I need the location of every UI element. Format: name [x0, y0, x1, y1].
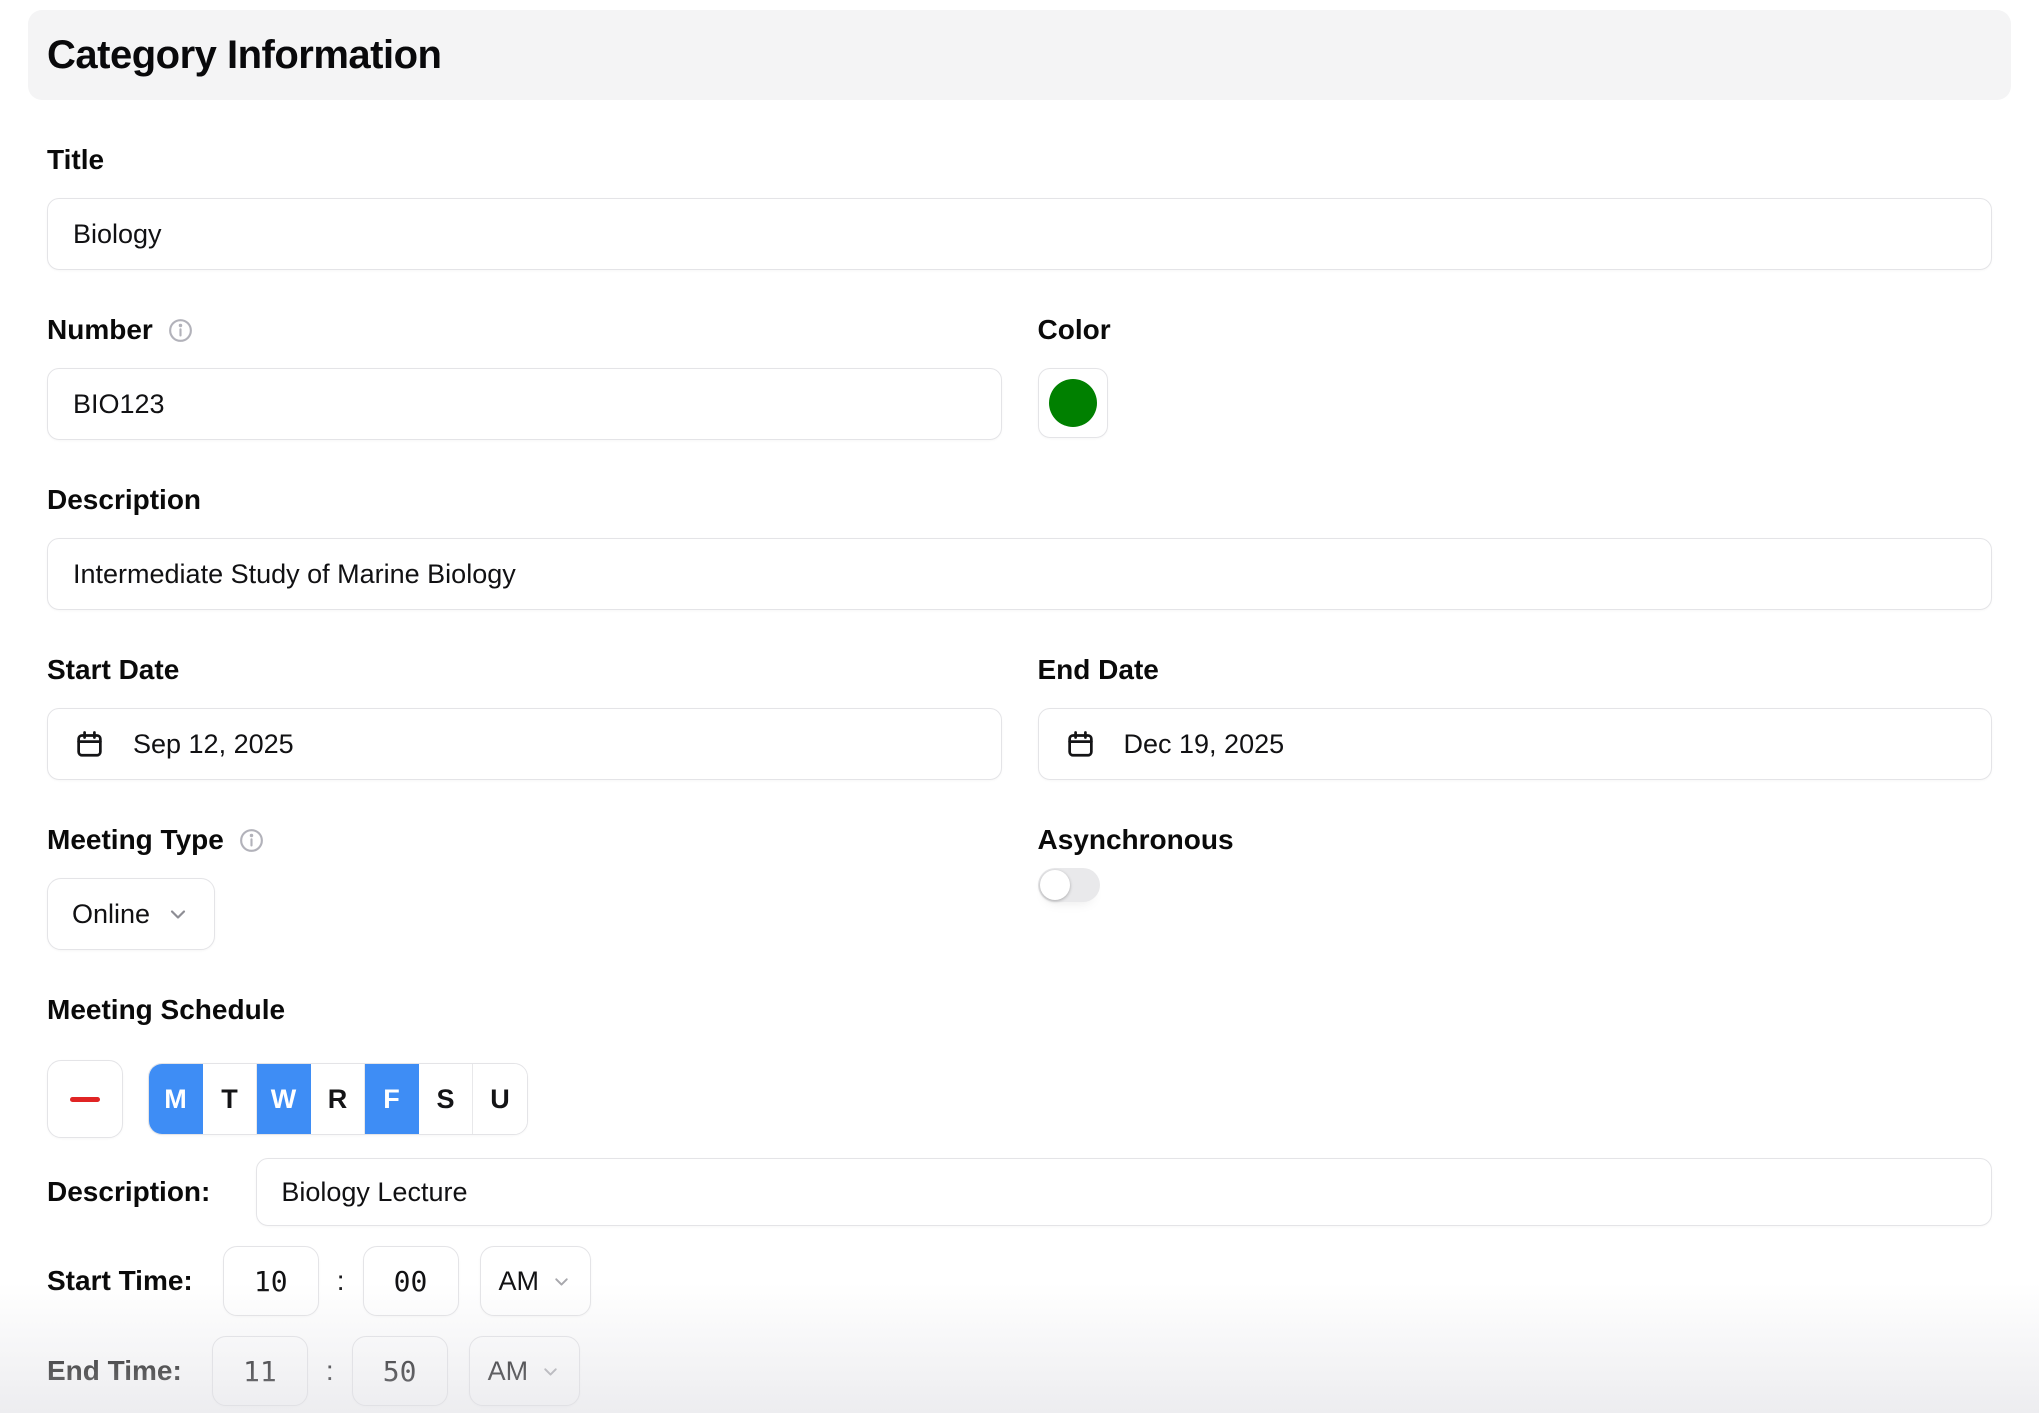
meeting-type-info-icon[interactable] [238, 827, 265, 854]
day-button-R[interactable]: R [311, 1064, 365, 1134]
day-button-W[interactable]: W [257, 1064, 311, 1134]
end-minute-input[interactable] [352, 1336, 448, 1406]
minus-icon [70, 1097, 100, 1102]
start-time-label: Start Time: [47, 1265, 193, 1297]
title-label: Title [47, 144, 1992, 176]
category-form: Title Number Color [28, 144, 2011, 1406]
remove-schedule-button[interactable] [47, 1060, 123, 1138]
description-row: Description [47, 484, 1992, 610]
dates-row: Start Date Sep 12, 2025 End Date [47, 654, 1992, 780]
end-time-label: End Time: [47, 1355, 182, 1387]
meeting-schedule-section: Meeting Schedule MTWRFSU Description: St… [47, 994, 1992, 1406]
chevron-down-icon [551, 1271, 572, 1292]
end-meridiem-select[interactable]: AM [469, 1336, 581, 1406]
day-button-U[interactable]: U [473, 1064, 527, 1134]
day-button-F[interactable]: F [365, 1064, 419, 1134]
category-form-page: Category Information Title Number [0, 0, 2039, 1406]
start-meridiem-select[interactable]: AM [480, 1246, 592, 1316]
asynchronous-group: Asynchronous [1038, 824, 1993, 950]
section-header: Category Information [28, 10, 2011, 100]
day-button-T[interactable]: T [203, 1064, 257, 1134]
start-time-row: Start Time: : AM [47, 1246, 1992, 1316]
color-label: Color [1038, 314, 1993, 346]
schedule-description-input[interactable] [256, 1158, 1992, 1226]
color-field-group: Color [1038, 314, 1993, 440]
asynchronous-label: Asynchronous [1038, 824, 1993, 856]
meeting-type-label: Meeting Type [47, 824, 224, 856]
toggle-knob [1040, 870, 1070, 900]
start-hour-input[interactable] [223, 1246, 319, 1316]
description-input[interactable] [47, 538, 1992, 610]
meeting-type-value: Online [72, 899, 150, 930]
meeting-type-row: Meeting Type Online [47, 824, 1992, 950]
end-meridiem-value: AM [488, 1356, 529, 1387]
day-button-M[interactable]: M [149, 1064, 203, 1134]
color-swatch-button[interactable] [1038, 368, 1108, 438]
day-picker: MTWRFSU [148, 1063, 528, 1135]
end-hour-input[interactable] [212, 1336, 308, 1406]
color-swatch-circle [1049, 379, 1097, 427]
chevron-down-icon [540, 1361, 561, 1382]
start-minute-input[interactable] [363, 1246, 459, 1316]
start-date-picker[interactable]: Sep 12, 2025 [47, 708, 1002, 780]
end-date-value: Dec 19, 2025 [1124, 729, 1285, 760]
number-info-icon[interactable] [167, 317, 194, 344]
title-row: Title [47, 144, 1992, 270]
meeting-type-group: Meeting Type Online [47, 824, 1002, 950]
time-separator: : [326, 1355, 334, 1387]
title-input[interactable] [47, 198, 1992, 270]
calendar-icon [1065, 729, 1096, 760]
schedule-days-row: MTWRFSU [47, 1060, 1992, 1138]
number-field-group: Number [47, 314, 1002, 440]
end-date-group: End Date Dec 19, 2025 [1038, 654, 1993, 780]
start-date-group: Start Date Sep 12, 2025 [47, 654, 1002, 780]
schedule-description-label: Description: [47, 1176, 210, 1208]
number-color-row: Number Color [47, 314, 1992, 440]
asynchronous-toggle[interactable] [1038, 868, 1100, 902]
meeting-type-select[interactable]: Online [47, 878, 215, 950]
number-input[interactable] [47, 368, 1002, 440]
chevron-down-icon [166, 902, 190, 926]
calendar-icon [74, 729, 105, 760]
description-label: Description [47, 484, 1992, 516]
end-date-picker[interactable]: Dec 19, 2025 [1038, 708, 1993, 780]
number-label: Number [47, 314, 153, 346]
time-separator: : [337, 1265, 345, 1297]
schedule-description-row: Description: [47, 1158, 1992, 1226]
start-date-value: Sep 12, 2025 [133, 729, 294, 760]
start-date-label: Start Date [47, 654, 1002, 686]
meeting-type-label-wrap: Meeting Type [47, 824, 1002, 856]
page-title: Category Information [47, 33, 441, 78]
end-time-row: End Time: : AM [47, 1336, 1992, 1406]
start-meridiem-value: AM [499, 1266, 540, 1297]
number-label-wrap: Number [47, 314, 1002, 346]
meeting-schedule-label: Meeting Schedule [47, 994, 1992, 1026]
end-date-label: End Date [1038, 654, 1993, 686]
day-button-S[interactable]: S [419, 1064, 473, 1134]
